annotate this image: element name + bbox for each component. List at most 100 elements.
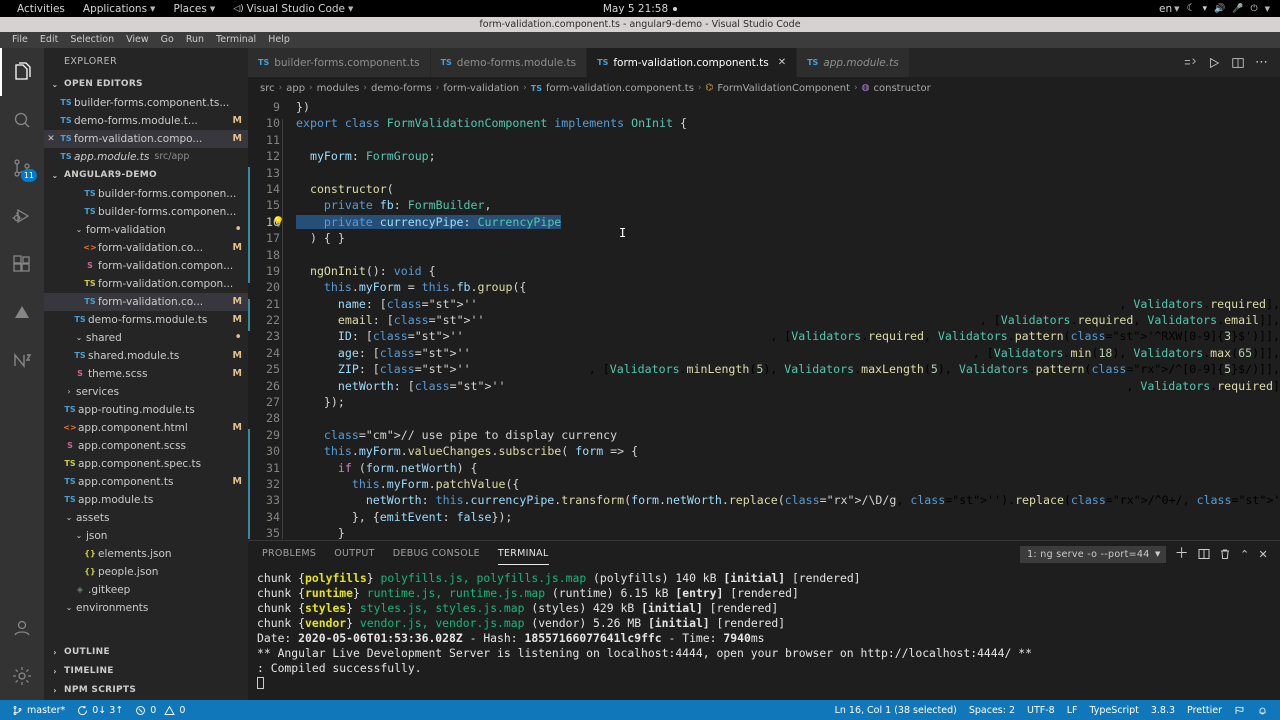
status-language-mode[interactable]: TypeScript xyxy=(1083,700,1144,720)
code-line[interactable]: 34 }, {emitEvent: false}); xyxy=(248,509,1280,525)
tree-file[interactable]: TS app.component.spec.ts xyxy=(44,455,248,473)
tree-file[interactable]: Sform-validation.compon... xyxy=(44,257,248,275)
menu-help[interactable]: Help xyxy=(262,32,296,48)
code-line[interactable]: 30 this.myForm.valueChanges.subscribe( f… xyxy=(248,443,1280,459)
tree-folder[interactable]: ⌄ shared • xyxy=(44,329,248,347)
code-line[interactable]: 22 email: [class="st">'', [Validators. re… xyxy=(248,312,1280,328)
activity-nx-console[interactable] xyxy=(0,336,44,384)
breadcrumb-item[interactable]: form-validation xyxy=(443,83,519,94)
code-line[interactable]: 27 }); xyxy=(248,394,1280,410)
panel-tab-debug-console[interactable]: DEBUG CONSOLE xyxy=(393,541,480,567)
new-terminal-icon[interactable]: ＋ xyxy=(1175,547,1189,561)
os-activities-button[interactable]: Activities xyxy=(8,3,74,15)
editor-tab[interactable]: TS app.module.ts xyxy=(797,48,910,77)
code-line[interactable]: 32 this.myForm.patchValue({ xyxy=(248,476,1280,492)
code-line[interactable]: 26 netWorth: [class="st">'', Validators.… xyxy=(248,378,1280,394)
status-branch[interactable]: master* xyxy=(6,700,71,720)
breadcrumb-item[interactable]: src xyxy=(260,83,275,94)
section-open-editors[interactable]: ⌄ OPEN EDITORS xyxy=(44,75,248,94)
bell-icon[interactable] xyxy=(1251,700,1274,720)
breadcrumb-item[interactable]: demo-forms xyxy=(371,83,432,94)
tree-folder[interactable]: › services xyxy=(44,383,248,401)
breadcrumb-item[interactable]: app xyxy=(286,83,305,94)
open-editor-item-active[interactable]: ✕ TS form-validation.compo... M xyxy=(44,130,248,148)
open-editor-item[interactable]: TS builder-forms.component.ts... xyxy=(44,94,248,112)
status-indentation[interactable]: Spaces: 2 xyxy=(963,700,1021,720)
breadcrumb-item[interactable]: modules xyxy=(317,83,360,94)
os-app-menu[interactable]: ◁) Visual Studio Code ▼ xyxy=(224,3,362,15)
code-line[interactable]: 16 💡 private currencyPipe: CurrencyPipe xyxy=(248,214,1280,230)
tree-folder[interactable]: ⌄ json xyxy=(44,527,248,545)
status-sync[interactable]: 0↓ 3↑ xyxy=(71,700,129,720)
breadcrumb-item[interactable]: TS form-validation.component.ts xyxy=(531,83,694,94)
code-line[interactable]: 24 age: [class="st">'', [Validators. min(… xyxy=(248,345,1280,361)
breadcrumb-item[interactable]: ◍ constructor xyxy=(862,83,931,94)
code-line[interactable]: 33 netWorth: this.currencyPipe.transform… xyxy=(248,492,1280,508)
tree-file[interactable]: TS builder-forms.componen... xyxy=(44,185,248,203)
close-icon[interactable]: ✕ xyxy=(44,130,58,148)
code-line[interactable]: 20 this.myForm = this.fb.group({ xyxy=(248,279,1280,295)
activity-settings[interactable] xyxy=(0,652,44,700)
menu-edit[interactable]: Edit xyxy=(34,32,64,48)
code-line[interactable]: 15 private fb: FormBuilder, xyxy=(248,197,1280,213)
editor-tab[interactable]: TS form-validation.component.ts ✕ xyxy=(587,48,798,77)
tree-file[interactable]: ◈ .gitkeep xyxy=(44,581,248,599)
code-line[interactable]: 21 name: [class="st">'', Validators. requ… xyxy=(248,296,1280,312)
activity-extensions[interactable] xyxy=(0,240,44,288)
tree-folder[interactable]: ⌄ form-validation • xyxy=(44,221,248,239)
more-actions-icon[interactable]: ⋯ xyxy=(1255,56,1268,69)
panel-tab-problems[interactable]: PROBLEMS xyxy=(262,541,316,567)
code-line[interactable]: 25 ZIP: [class="st">'', [Validators. minL… xyxy=(248,361,1280,377)
code-line[interactable]: 17 ) { } xyxy=(248,230,1280,246)
section-project[interactable]: ⌄ ANGULAR9-DEMO xyxy=(44,166,248,185)
menu-terminal[interactable]: Terminal xyxy=(210,32,262,48)
menu-file[interactable]: File xyxy=(6,32,34,48)
activity-source-control[interactable]: 11 xyxy=(0,144,44,192)
code-line[interactable]: 23 ID: [class="st">'', [Validators. requi… xyxy=(248,328,1280,344)
maximize-panel-icon[interactable]: ⌃ xyxy=(1240,548,1250,561)
section-outline[interactable]: › OUTLINE xyxy=(44,643,248,662)
status-cursor-position[interactable]: Ln 16, Col 1 (38 selected) xyxy=(829,700,963,720)
code-line[interactable]: 28 xyxy=(248,410,1280,426)
editor-tab[interactable]: TS builder-forms.component.ts xyxy=(248,48,431,77)
feedback-icon[interactable] xyxy=(1228,700,1251,720)
kill-terminal-icon[interactable] xyxy=(1219,548,1231,560)
tree-file[interactable]: {} people.json xyxy=(44,563,248,581)
tree-file[interactable]: TS app.component.ts M xyxy=(44,473,248,491)
terminal-selector[interactable]: 1: ng serve -o --port=44 ▼ xyxy=(1020,545,1166,563)
split-editor-icon[interactable] xyxy=(1231,56,1245,70)
terminal-output[interactable]: chunk {polyfills} polyfills.js, polyfill… xyxy=(248,567,1280,691)
run-file-icon[interactable] xyxy=(1207,56,1221,70)
status-eol[interactable]: LF xyxy=(1061,700,1084,720)
code-line[interactable]: 31 if (form.netWorth) { xyxy=(248,460,1280,476)
close-icon[interactable]: ✕ xyxy=(778,57,786,68)
code-line[interactable]: 29 class="cm">// use pipe to display cur… xyxy=(248,427,1280,443)
tree-file[interactable]: <> form-validation.co... M xyxy=(44,239,248,257)
tree-file[interactable]: TS form-validation.compon... xyxy=(44,275,248,293)
code-line[interactable]: 19 ngOnInit(): void { xyxy=(248,263,1280,279)
editor-tab[interactable]: TS demo-forms.module.ts xyxy=(430,48,588,77)
section-timeline[interactable]: › TIMELINE xyxy=(44,662,248,681)
section-npm-scripts[interactable]: › NPM SCRIPTS xyxy=(44,681,248,700)
code-line[interactable]: 13 xyxy=(248,165,1280,181)
activity-azure[interactable] xyxy=(0,288,44,336)
tree-file[interactable]: Sapp.component.scss xyxy=(44,437,248,455)
os-applications-menu[interactable]: Applications ▼ xyxy=(74,3,165,15)
activity-explorer[interactable] xyxy=(0,48,44,96)
tree-folder[interactable]: ⌄ assets xyxy=(44,509,248,527)
menu-view[interactable]: View xyxy=(120,32,155,48)
tree-file[interactable]: TS shared.module.ts M xyxy=(44,347,248,365)
os-keyboard-layout[interactable]: en ▼ xyxy=(1159,3,1180,15)
code-line[interactable]: 11 xyxy=(248,132,1280,148)
tree-file[interactable]: <> app.component.html M xyxy=(44,419,248,437)
menu-selection[interactable]: Selection xyxy=(64,32,120,48)
code-line[interactable]: 35 } xyxy=(248,525,1280,539)
tree-file[interactable]: TS app.module.ts xyxy=(44,491,248,509)
split-terminal-icon[interactable] xyxy=(1183,56,1197,70)
menubar[interactable]: File Edit Selection View Go Run Terminal… xyxy=(0,32,1280,48)
tree-file[interactable]: TS app-routing.module.ts xyxy=(44,401,248,419)
panel-tab-terminal[interactable]: TERMINAL xyxy=(497,541,549,567)
open-editor-item[interactable]: TS demo-forms.module.t... M xyxy=(44,112,248,130)
status-errors[interactable]: 0 0 xyxy=(129,700,191,720)
status-typescript-version[interactable]: 3.8.3 xyxy=(1145,700,1181,720)
